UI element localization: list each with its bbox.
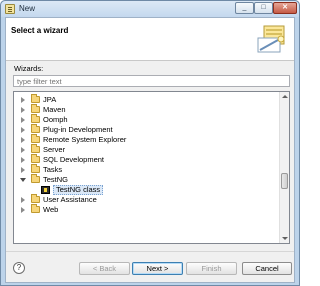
- folder-icon: [31, 94, 40, 103]
- wizard-banner-icon: [257, 25, 285, 53]
- tree-item-testng[interactable]: TestNG: [14, 174, 278, 185]
- wizard-tree[interactable]: JPA Maven Oomph Plug-in Development Remo: [13, 91, 290, 244]
- title-bar[interactable]: New _ □ ✕: [1, 1, 299, 17]
- wizards-label: Wizards:: [14, 64, 44, 73]
- filter-input[interactable]: [13, 75, 290, 87]
- tree-item-label: JPA: [43, 95, 57, 104]
- tree-item-sql-development[interactable]: SQL Development: [14, 154, 278, 165]
- tree-item-label: TestNG class: [53, 185, 104, 195]
- folder-icon: [31, 154, 40, 163]
- expand-arrow-icon[interactable]: [21, 127, 25, 133]
- expand-arrow-icon[interactable]: [21, 207, 25, 213]
- minimize-button[interactable]: _: [235, 2, 254, 14]
- dialog-window: New _ □ ✕ Select a wizard Wizards: JPA: [0, 0, 300, 286]
- tree-item-oomph[interactable]: Oomph: [14, 114, 278, 125]
- folder-icon: [31, 204, 40, 213]
- expand-arrow-icon[interactable]: [21, 197, 25, 203]
- tree-item-label: SQL Development: [43, 155, 105, 164]
- collapse-arrow-icon[interactable]: [20, 178, 26, 182]
- folder-icon: [31, 134, 40, 143]
- scroll-down-icon[interactable]: [282, 237, 288, 240]
- scrollbar-thumb[interactable]: [281, 173, 288, 189]
- expand-arrow-icon[interactable]: [21, 167, 25, 173]
- scroll-up-icon[interactable]: [282, 95, 288, 98]
- testng-class-icon: [41, 186, 50, 194]
- folder-icon: [31, 164, 40, 173]
- vertical-scrollbar[interactable]: [279, 92, 289, 243]
- tree-item-label: Web: [43, 205, 59, 214]
- folder-icon: [31, 194, 40, 203]
- maximize-button[interactable]: □: [254, 2, 273, 14]
- tree-item-label: Tasks: [43, 165, 63, 174]
- cancel-button[interactable]: Cancel: [242, 262, 292, 275]
- footer-divider: [6, 251, 294, 252]
- tree-item-web[interactable]: Web: [14, 204, 278, 215]
- tree-item-maven[interactable]: Maven: [14, 104, 278, 115]
- tree-item-testng-class[interactable]: TestNG class: [14, 185, 278, 195]
- wizard-header: Select a wizard: [6, 18, 294, 61]
- next-button[interactable]: Next >: [132, 262, 183, 275]
- tree-item-label: Oomph: [43, 115, 68, 124]
- folder-icon: [31, 124, 40, 133]
- tree-item-label: Remote System Explorer: [43, 135, 127, 144]
- tree-item-label: User Assistance: [43, 195, 97, 204]
- expand-arrow-icon[interactable]: [21, 117, 25, 123]
- expand-arrow-icon[interactable]: [21, 137, 25, 143]
- tree-item-remote-system-explorer[interactable]: Remote System Explorer: [14, 134, 278, 145]
- folder-open-icon: [31, 174, 40, 183]
- back-button[interactable]: < Back: [79, 262, 130, 275]
- tree-item-jpa[interactable]: JPA: [14, 94, 278, 105]
- expand-arrow-icon[interactable]: [21, 147, 25, 153]
- tree-item-user-assistance[interactable]: User Assistance: [14, 194, 278, 205]
- page-title: Select a wizard: [11, 26, 69, 35]
- tree-item-label: Server: [43, 145, 66, 154]
- close-button[interactable]: ✕: [273, 2, 297, 14]
- folder-icon: [31, 104, 40, 113]
- expand-arrow-icon[interactable]: [21, 157, 25, 163]
- folder-icon: [31, 144, 40, 153]
- folder-icon: [31, 114, 40, 123]
- tree-item-server[interactable]: Server: [14, 144, 278, 155]
- expand-arrow-icon[interactable]: [21, 107, 25, 113]
- expand-arrow-icon[interactable]: [21, 97, 25, 103]
- help-icon[interactable]: ?: [13, 262, 25, 274]
- tree-item-label: Maven: [43, 105, 66, 114]
- window-title: New: [19, 4, 36, 13]
- new-wizard-icon: [5, 4, 15, 14]
- tree-item-plugin-development[interactable]: Plug-in Development: [14, 124, 278, 135]
- tree-item-tasks[interactable]: Tasks: [14, 164, 278, 175]
- finish-button[interactable]: Finish: [186, 262, 237, 275]
- tree-item-label: Plug-in Development: [43, 125, 113, 134]
- dialog-client: Select a wizard Wizards: JPA Maven: [5, 17, 295, 283]
- tree-item-label: TestNG: [43, 175, 69, 184]
